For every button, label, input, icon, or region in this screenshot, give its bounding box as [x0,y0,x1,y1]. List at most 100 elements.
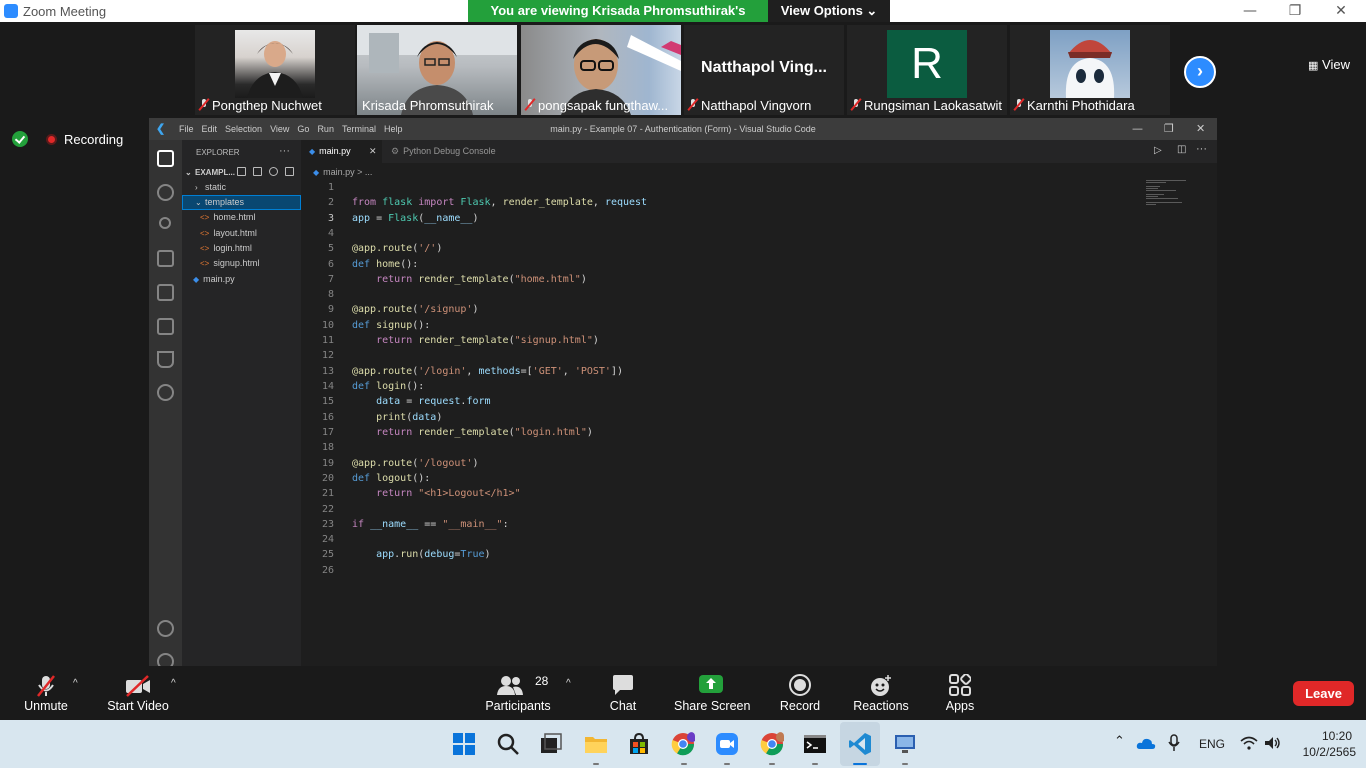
start-video-label: Start Video [107,699,169,713]
tree-label: templates [205,197,245,207]
tree-folder-static[interactable]: › static [182,180,301,195]
reactions-button[interactable]: Reactions [852,666,910,720]
tree-label: static [205,182,227,192]
extensions-icon[interactable] [157,284,174,301]
minimize-icon[interactable]: — [1240,2,1260,20]
participant-avatar-image [1050,30,1130,98]
participant-tile[interactable]: pongsapak fungthaw... [521,25,681,115]
file-explorer-icon[interactable] [584,732,608,756]
participant-tile[interactable]: Pongthep Nuchwet [195,25,355,115]
line-number: 5 [327,243,334,254]
tab-python-debug-console[interactable]: ⚙ Python Debug Console [383,140,504,163]
tree-file-layout[interactable]: <> layout.html [182,226,301,241]
new-file-icon[interactable] [237,167,246,176]
tree-file-home[interactable]: <> home.html [182,210,301,225]
onedrive-cloud-icon[interactable] [1136,736,1156,750]
share-screen-button[interactable]: Share Screen [674,666,750,720]
line-number: 23 [321,519,334,530]
collapse-all-icon[interactable] [285,167,294,176]
close-icon[interactable]: ✕ [1331,2,1351,20]
remote-explorer-icon[interactable] [157,318,174,335]
volume-icon[interactable] [1264,736,1282,750]
show-hidden-icons-chevron-icon[interactable]: ⌃ [1114,734,1125,749]
chrome-icon[interactable] [671,732,695,756]
microphone-icon[interactable] [1168,734,1180,752]
line-number: 26 [321,565,334,576]
git-graph-icon[interactable] [157,384,174,401]
viewing-banner: You are viewing Krisada Phromsuthirak's … [468,0,768,40]
breadcrumb[interactable]: ◆ main.py > ... [313,167,372,177]
explorer-icon[interactable] [157,150,174,167]
vscode-icon[interactable] [848,732,872,756]
chat-button[interactable]: Chat [600,666,646,720]
unmute-button[interactable]: Unmute [18,666,74,720]
recording-icon [46,134,57,145]
more-actions-icon[interactable]: ··· [1196,143,1207,155]
chat-icon [613,675,633,695]
mic-muted-icon [688,99,698,111]
remote-desktop-icon[interactable] [893,732,917,756]
apps-button[interactable]: Apps [940,666,980,720]
run-debug-icon[interactable] [157,250,174,267]
restore-icon[interactable]: ❐ [1285,2,1305,20]
run-python-file-icon[interactable]: ▷ [1154,145,1162,156]
vscode-restore-icon[interactable]: ❐ [1164,122,1174,135]
terminal-icon[interactable] [803,732,827,756]
microsoft-store-icon[interactable] [627,732,651,756]
chrome-profile-icon[interactable] [760,732,784,756]
zoom-app-icon[interactable] [715,732,739,756]
record-button[interactable]: Record [778,666,822,720]
tree-folder-templates[interactable]: ⌄ templates [182,195,301,210]
refresh-icon[interactable] [269,167,278,176]
participants-button[interactable]: 28 Participants [484,666,552,720]
tree-label: login.html [213,243,252,253]
apps-label: Apps [945,699,975,713]
video-options-chevron-icon[interactable]: ^ [171,678,176,689]
new-folder-icon[interactable] [253,167,262,176]
clock-time[interactable]: 10:20 [1322,729,1352,743]
leave-button[interactable]: Leave [1293,681,1354,706]
vscode-minimize-icon[interactable]: — [1132,122,1143,135]
tab-main-py[interactable]: ◆ main.py ✕ [301,140,382,163]
line-number: 6 [327,259,334,270]
wifi-icon[interactable] [1240,736,1258,750]
participant-tile[interactable]: R Rungsiman Laokasatwit [847,25,1007,115]
participant-tile[interactable]: Karnthi Phothidara [1010,25,1170,115]
next-page-arrow-icon[interactable]: › [1184,56,1216,88]
code-editor: ◆ main.py ✕ ⚙ Python Debug Console ▷ ◫ ··· … [301,140,1217,666]
audio-options-chevron-icon[interactable]: ^ [73,678,78,689]
tree-file-login[interactable]: <> login.html [182,241,301,256]
security-shield-icon[interactable] [12,131,28,147]
start-video-button[interactable]: Start Video [104,666,172,720]
view-options-button[interactable]: View Options ⌄ [768,0,890,22]
participant-tile[interactable]: Natthapol Ving... Natthapol Vingvorn [684,25,844,115]
record-icon [789,674,811,696]
explorer-more-icon[interactable]: ··· [279,145,290,157]
search-icon[interactable] [157,184,174,201]
participant-tile-active-speaker[interactable]: Krisada Phromsuthirak [357,25,517,115]
accounts-icon[interactable] [157,620,174,637]
testing-icon[interactable] [157,351,174,368]
task-view-icon[interactable] [539,732,563,756]
settings-gear-icon[interactable] [157,653,174,666]
vscode-close-icon[interactable]: ✕ [1196,122,1205,135]
clock-date[interactable]: 10/2/2565 [1296,745,1356,759]
tree-file-signup[interactable]: <> signup.html [182,256,301,271]
search-icon[interactable] [496,732,520,756]
tree-file-main[interactable]: ◆ main.py [182,272,301,287]
participants-options-chevron-icon[interactable]: ^ [566,678,571,689]
close-tab-icon[interactable]: ✕ [369,140,377,163]
source-control-icon[interactable] [159,217,171,229]
running-indicator [724,763,730,765]
split-editor-icon[interactable]: ◫ [1177,144,1186,155]
language-indicator[interactable]: ENG [1199,737,1225,751]
line-number: 7 [327,274,334,285]
mic-muted-icon [525,99,535,111]
view-layout-button[interactable]: ▦ View [1308,57,1350,72]
minimap[interactable] [1146,180,1208,210]
mic-muted-icon [851,99,861,111]
breadcrumb-label: main.py > ... [323,167,373,177]
reactions-icon [871,675,891,696]
participant-gallery: Pongthep Nuchwet Krisada Phromsuthirak p… [0,22,1366,118]
windows-start-icon[interactable] [452,732,476,756]
